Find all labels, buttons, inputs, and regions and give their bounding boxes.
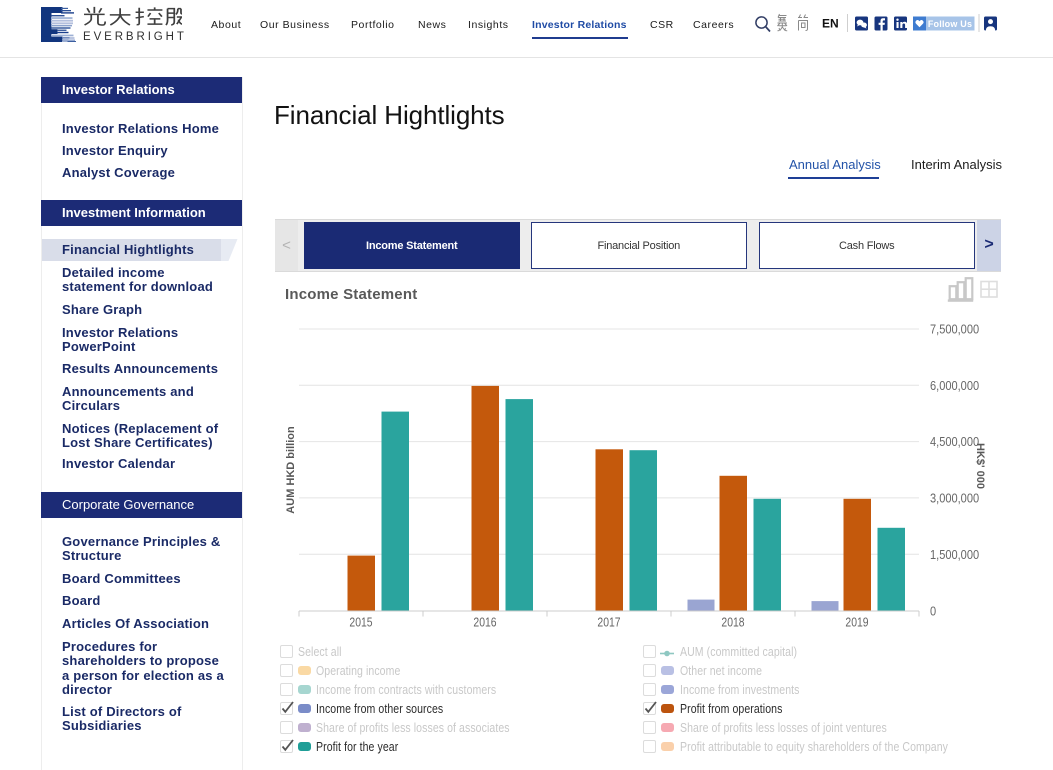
svg-text:2019: 2019 bbox=[845, 615, 868, 629]
svg-text:4,500,000: 4,500,000 bbox=[930, 434, 979, 449]
svg-text:2015: 2015 bbox=[349, 615, 373, 629]
svg-text:2018: 2018 bbox=[721, 615, 745, 629]
svg-text:0: 0 bbox=[930, 604, 936, 619]
svg-text:Follow Us: Follow Us bbox=[928, 19, 972, 29]
svg-text:6,000,000: 6,000,000 bbox=[930, 378, 979, 393]
svg-text:AUM HKD billion: AUM HKD billion bbox=[285, 426, 297, 514]
svg-text:EN: EN bbox=[822, 17, 839, 31]
svg-text:2016: 2016 bbox=[473, 615, 497, 629]
svg-text:2017: 2017 bbox=[597, 615, 620, 629]
svg-text:1,500,000: 1,500,000 bbox=[930, 547, 979, 562]
svg-text:HK$' 000: HK$' 000 bbox=[974, 443, 986, 489]
svg-text:3,000,000: 3,000,000 bbox=[930, 491, 979, 506]
svg-text:7,500,000: 7,500,000 bbox=[930, 322, 979, 337]
